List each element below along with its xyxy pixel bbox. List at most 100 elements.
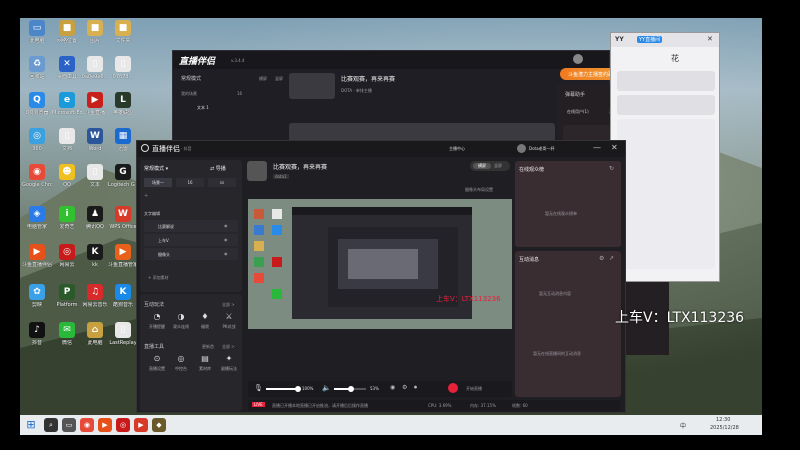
record-icon[interactable]: ⏺ [414, 384, 417, 392]
stream-cover[interactable] [247, 161, 267, 181]
interact-item[interactable]: ♦ 福袋 [194, 312, 216, 336]
import-button[interactable]: ⇄ 导播 [210, 165, 226, 172]
popout-icon[interactable]: ↗ [609, 255, 614, 262]
back-tab-portrait[interactable]: 竖屏 [275, 76, 283, 82]
desktop-icon[interactable]: ✉ 微信 [52, 322, 82, 356]
desktop-icon[interactable]: ▯ 文本 [80, 164, 110, 198]
source-item[interactable]: 摄像头 ◉ [144, 248, 238, 260]
back-source1[interactable]: 文本 1 [197, 105, 209, 111]
eye-icon[interactable]: ◉ [224, 237, 228, 242]
desktop-icon[interactable]: ✕ 桌面工具 [52, 56, 82, 90]
user-name[interactable]: Dota老哥一杯 [529, 146, 555, 152]
tool-item[interactable]: ⊙ 直播设置 [146, 354, 168, 378]
tool-item[interactable]: ▤ 素材库 [194, 354, 216, 378]
desktop-icon[interactable]: ♪ 抖音 [22, 322, 52, 356]
chat-item[interactable] [617, 71, 715, 91]
user-avatar[interactable] [517, 144, 526, 153]
desktop-icon[interactable]: ♟ 腾讯QQ [80, 206, 110, 240]
start-live-button[interactable]: 开始直播 [466, 386, 482, 392]
tab-landscape[interactable]: 横屏 [473, 163, 491, 169]
mic-slider-knob[interactable] [295, 386, 301, 392]
clock-time[interactable]: 12:30 [716, 417, 730, 423]
mic-icon[interactable]: 🎙 [254, 384, 263, 392]
eye-icon[interactable]: ◉ [224, 251, 228, 256]
speaker-slider[interactable] [334, 386, 366, 392]
app-icon[interactable]: ▶ [134, 418, 148, 432]
tool-item[interactable]: ✦ 副播玩法 [218, 354, 240, 378]
mode-select[interactable]: 常规模式 ▾ [144, 165, 168, 172]
app-icon[interactable]: ◎ [116, 418, 130, 432]
close-icon[interactable]: ✕ [611, 143, 618, 152]
camera-icon[interactable]: ◉ [390, 384, 395, 391]
desktop-icon[interactable]: i 爱奇艺 [52, 206, 82, 240]
tab-portrait[interactable]: 竖屏 [494, 163, 502, 169]
mic-slider[interactable] [266, 386, 301, 392]
desktop-icon[interactable]: ▯ 0a0e9e6... [80, 56, 110, 90]
orientation-switch[interactable]: 横屏 竖屏 [470, 161, 510, 171]
chat-close-icon[interactable]: ✕ [707, 35, 713, 43]
desktop-icon[interactable]: P Platform [52, 284, 82, 318]
speaker-slider-knob[interactable] [347, 386, 354, 392]
settings-icon[interactable]: ⚙ [402, 384, 407, 391]
desktop-icon[interactable]: W Word [80, 128, 110, 162]
douyu-icon[interactable]: ▶ [98, 418, 112, 432]
desktop-icon[interactable]: ◈ 电脑管家 [22, 206, 52, 240]
chat-item[interactable] [617, 95, 715, 115]
host-center-link[interactable]: 主播中心 [449, 146, 465, 152]
desktop-icon[interactable]: ■ 网络位置 [52, 20, 82, 54]
desktop-icon[interactable]: G Logitech G HUB [108, 164, 138, 198]
desktop-icon[interactable]: Kkk [80, 244, 110, 278]
desktop-icon[interactable]: ▯ 文档 [52, 128, 82, 162]
back-avatar[interactable] [573, 54, 583, 64]
stream-preview[interactable]: 上车V：LTX113236 [248, 199, 512, 329]
scene-tab[interactable]: 场景一 [144, 178, 172, 187]
desktop-icon[interactable]: ♫ 网易云音乐 [80, 284, 110, 318]
desktop-icon[interactable]: L 英雄联盟 [108, 92, 138, 126]
desktop-icon[interactable]: ☻ QQ [52, 164, 82, 198]
source-item[interactable]: 比赛解说 ◉ [144, 220, 238, 232]
desktop-icon[interactable]: ◎ 网易云 [52, 244, 82, 278]
speaker-icon[interactable]: 🔈 [322, 384, 331, 392]
search-icon[interactable]: ⌕ [44, 418, 58, 432]
desktop-icon[interactable]: ⌂ 此电脑 [80, 322, 110, 356]
tool-item[interactable]: ◎ 中控台 [170, 354, 192, 378]
minimize-icon[interactable]: — [593, 143, 601, 152]
chrome-icon[interactable]: ◉ [80, 418, 94, 432]
desktop-icon[interactable]: ▯ 07873... [108, 56, 138, 90]
game-tag[interactable]: dota1 [273, 174, 289, 179]
tools-all-link[interactable]: 全部 > [222, 344, 235, 350]
desktop-icon[interactable]: ▶ 斗鱼直播 [80, 92, 110, 126]
desktop-icon[interactable]: ▶ 斗鱼直播伴侣 [22, 244, 52, 278]
desktop-icon[interactable]: ■ 文件夹 [108, 20, 138, 54]
desktop-icon[interactable]: ▶ 斗鱼直播管家 [108, 244, 138, 278]
game-icon[interactable]: ◆ [152, 418, 166, 432]
interact-all-link[interactable]: 全部 > [222, 302, 235, 308]
desktop-icon[interactable]: K 酷狗音乐 [108, 284, 138, 318]
lang-indicator[interactable]: 中 [680, 421, 686, 430]
eye-icon[interactable]: ◉ [224, 223, 228, 228]
gear-icon[interactable]: ⚙ [599, 255, 604, 262]
camera-layout-link[interactable]: 摄像头布局设置 [465, 187, 493, 193]
interact-item[interactable]: ⚔ PK对战 [218, 312, 240, 336]
desktop-icon[interactable]: ✿ 剪映 [22, 284, 52, 318]
task-view-icon[interactable]: ▭ [62, 418, 76, 432]
clock-date[interactable]: 2025/12/28 [710, 425, 739, 431]
desktop-icon[interactable]: ▯ LastReplay [108, 322, 138, 356]
start-button[interactable]: ⊞ [24, 418, 38, 432]
refresh-icon[interactable]: ↻ [609, 165, 614, 172]
desktop-icon[interactable]: ■ 图片 [80, 20, 110, 54]
helper-tab-online[interactable]: 在线用户(1) [567, 109, 589, 115]
room-title[interactable]: 比赛观赛，再来再赛 [273, 162, 327, 171]
desktop-icon[interactable]: ◉ Google Chrome [22, 164, 52, 198]
desktop-icon[interactable]: ▭ 此电脑 [22, 20, 52, 54]
scene-tab[interactable]: 16 [176, 178, 204, 187]
desktop-icon[interactable]: Q QQ浏览器 [22, 92, 52, 126]
source-item[interactable]: 上车V ◉ [144, 234, 238, 246]
desktop-icon[interactable]: ▦ 迅雷 [108, 128, 138, 162]
desktop-icon[interactable]: ♻ 回收站 [22, 56, 52, 90]
back-mode[interactable]: 常规模式 [181, 75, 201, 82]
back-tab-landscape[interactable]: 横屏 [259, 76, 267, 82]
add-scene-icon[interactable]: + [144, 193, 148, 199]
desktop-icon[interactable]: e Microsoft Edge [52, 92, 82, 126]
interact-item[interactable]: ◔ 开播提醒 [146, 312, 168, 336]
